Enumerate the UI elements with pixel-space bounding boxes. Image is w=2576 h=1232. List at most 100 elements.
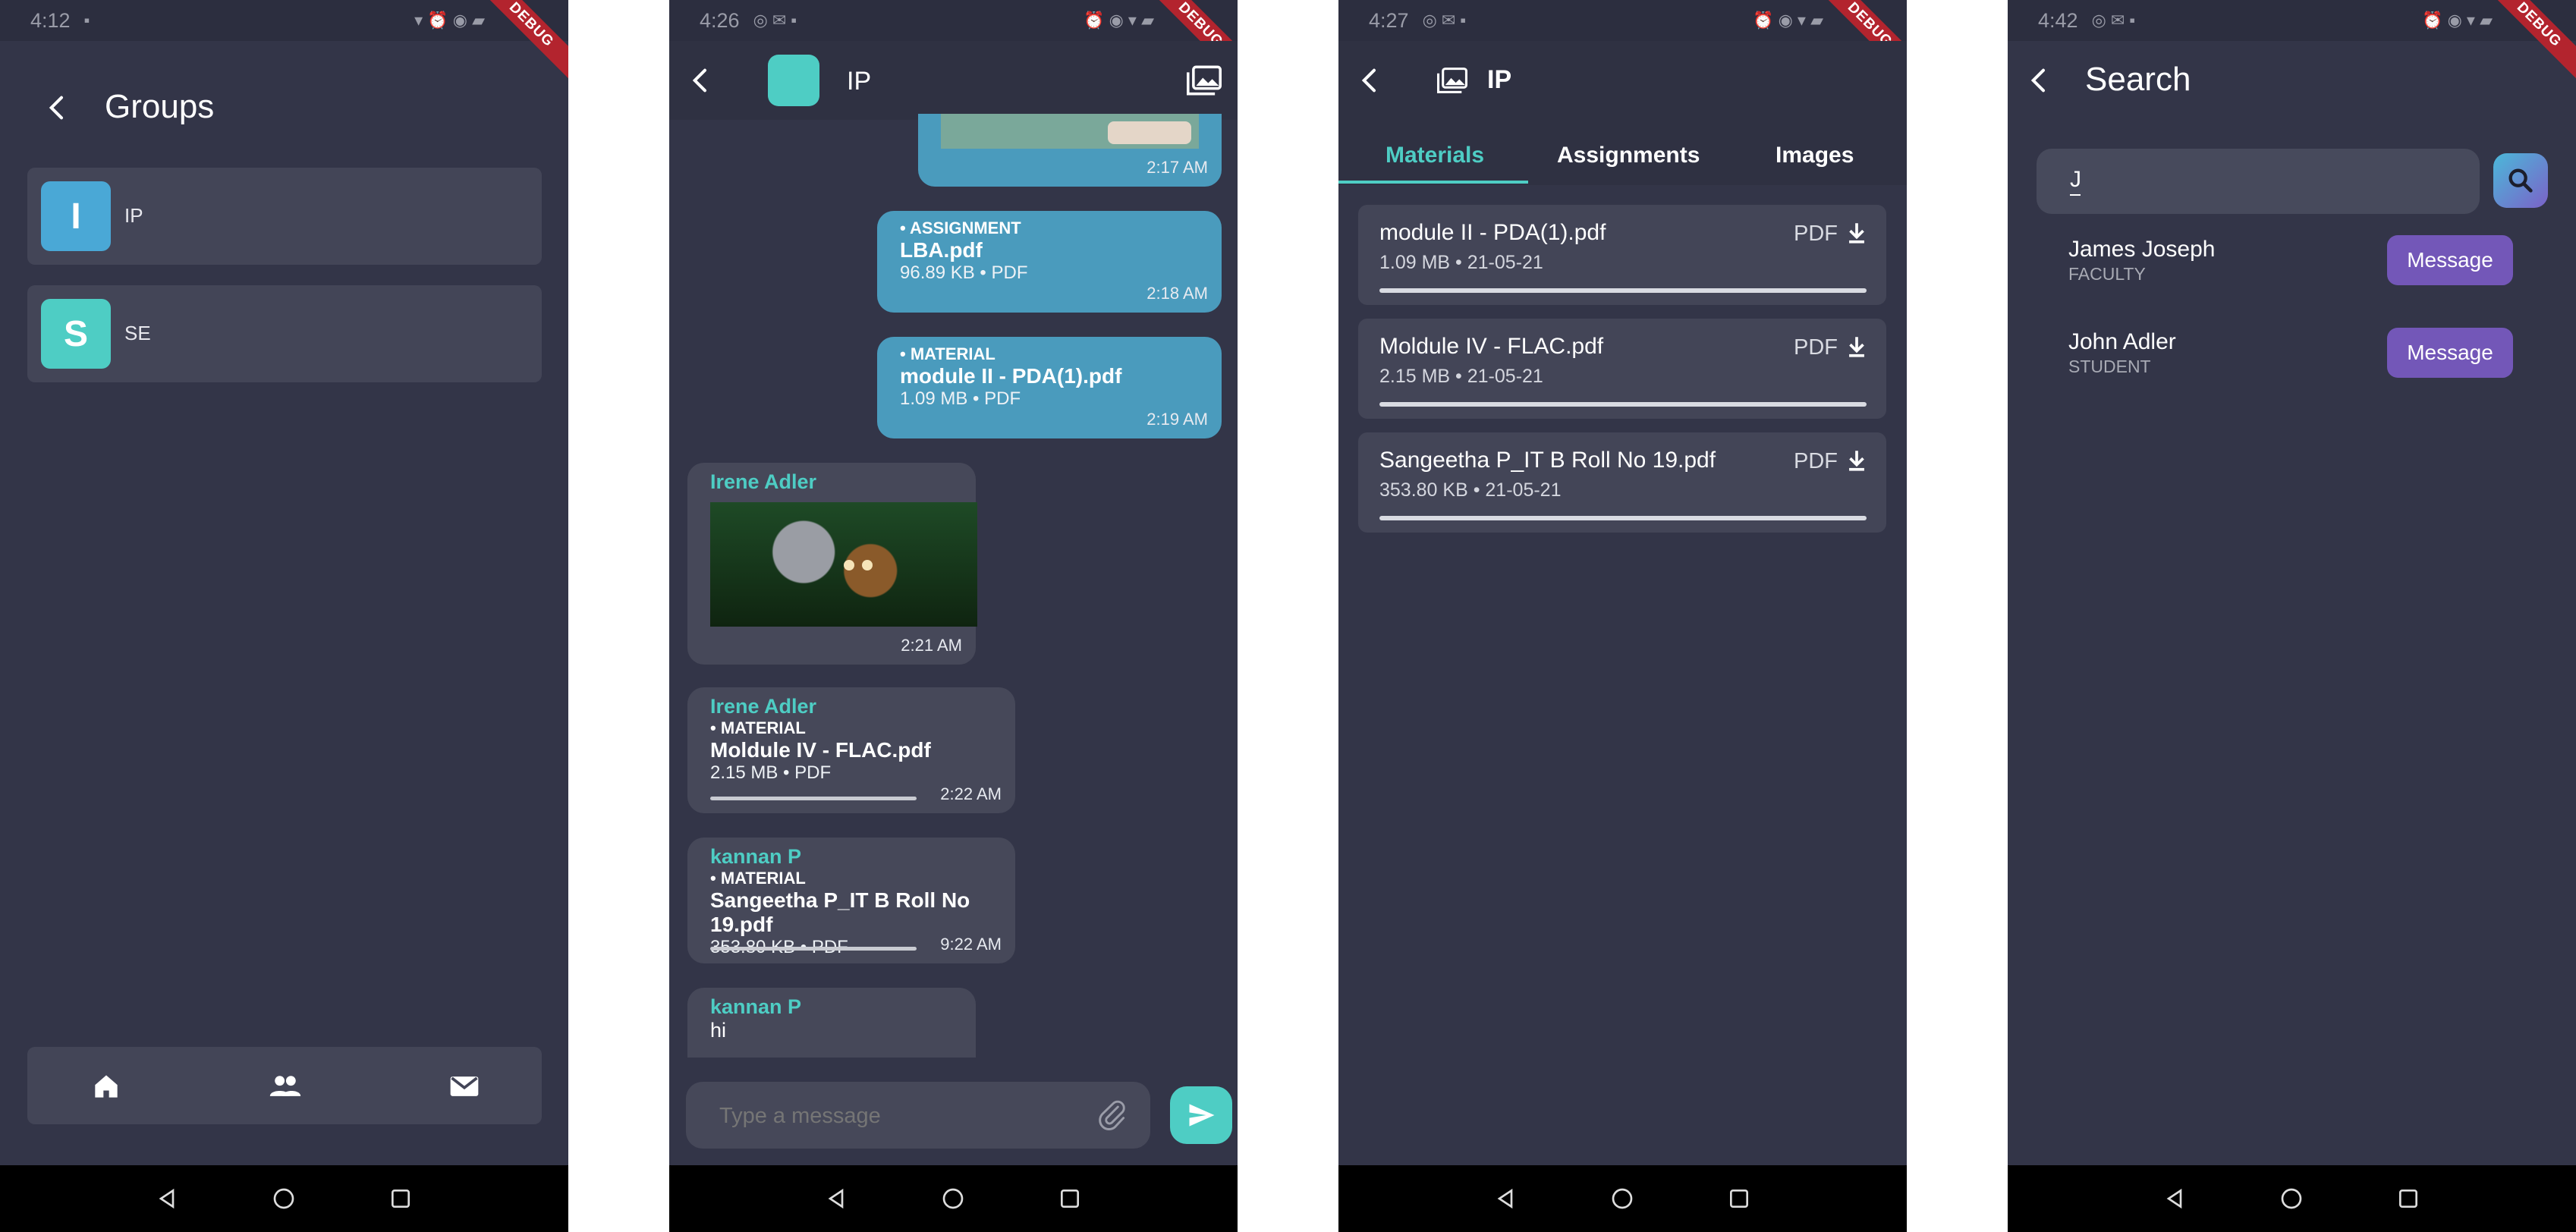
message-tag: • MATERIAL (710, 869, 806, 888)
system-navigation-bar (669, 1165, 1238, 1232)
message-time: 2:19 AM (1146, 410, 1208, 429)
message-time: 2:18 AM (1146, 284, 1208, 303)
nav-back-icon[interactable] (155, 1186, 179, 1211)
gallery-icon[interactable] (1187, 65, 1222, 96)
message-image[interactable] (941, 114, 1199, 149)
search-icon (2508, 168, 2533, 193)
text-message-bubble[interactable]: kannan P hi (687, 988, 976, 1058)
tab-materials[interactable]: Materials (1386, 143, 1484, 168)
file-name: module II - PDA(1).pdf (1379, 220, 1606, 245)
message-time: 2:21 AM (901, 636, 962, 655)
image-message-bubble[interactable]: 2:17 AM (918, 114, 1222, 187)
group-avatar: S (41, 299, 111, 369)
result-name: John Adler (2068, 329, 2176, 354)
nav-back-icon[interactable] (1493, 1186, 1518, 1211)
result-name: James Joseph (2068, 237, 2216, 262)
download-progress (1379, 288, 1867, 293)
message-button[interactable]: Message (2387, 328, 2513, 378)
file-meta: 2.15 MB • 21-05-21 (1379, 366, 1543, 387)
file-message-bubble[interactable]: • ASSIGNMENT LBA.pdf 96.89 KB • PDF 2:18… (877, 211, 1222, 313)
download-icon[interactable] (1844, 220, 1870, 246)
status-bar: 4:26 ◎ ✉ ▪ ⏰ ◉ ▾ ▰ (669, 0, 1238, 41)
download-progress (1379, 516, 1867, 520)
back-arrow-icon[interactable] (1355, 65, 1386, 96)
file-message-bubble[interactable]: kannan P • MATERIAL Sangeetha P_IT B Rol… (687, 838, 1015, 963)
group-name: SE (124, 322, 151, 344)
system-navigation-bar (0, 1165, 568, 1232)
file-message-bubble[interactable]: Irene Adler • MATERIAL Moldule IV - FLAC… (687, 687, 1015, 813)
home-icon[interactable] (90, 1070, 123, 1103)
message-tag: • ASSIGNMENT (900, 218, 1021, 237)
download-icon[interactable] (1844, 448, 1870, 473)
groups-icon[interactable] (269, 1070, 302, 1103)
send-button[interactable] (1170, 1086, 1232, 1144)
search-button[interactable] (2493, 153, 2548, 208)
status-time: 4:26 (700, 8, 740, 32)
message-text: hi (710, 1019, 727, 1042)
group-item-ip[interactable]: I IP (27, 168, 542, 265)
notification-icons: ◎ ✉ ▪ (2091, 11, 2136, 30)
file-name: module II - PDA(1).pdf (900, 364, 1122, 388)
file-name: Moldule IV - FLAC.pdf (710, 738, 931, 762)
nav-home-icon[interactable] (2279, 1186, 2304, 1211)
image-message-bubble[interactable]: Irene Adler 2:21 AM (687, 463, 977, 665)
material-item[interactable]: Sangeetha P_IT B Roll No 19.pdf 353.80 K… (1358, 432, 1886, 533)
group-item-se[interactable]: S SE (27, 285, 542, 382)
sender-name: Irene Adler (710, 470, 817, 493)
message-input[interactable] (718, 1097, 1085, 1135)
download-icon[interactable] (1844, 334, 1870, 360)
nav-back-icon[interactable] (824, 1186, 848, 1211)
mail-icon[interactable] (448, 1070, 481, 1103)
file-type: PDF (1794, 222, 1838, 246)
groups-screen: 4:12 ▪ ▾ ⏰ ◉ ▰ DEBUG Groups I IP S SE (0, 0, 568, 1232)
sender-name: kannan P (710, 995, 802, 1018)
group-avatar: I (41, 181, 111, 251)
message-image[interactable] (710, 502, 977, 627)
status-time: 4:27 (1369, 8, 1409, 32)
download-progress (710, 947, 917, 951)
file-name: Sangeetha P_IT B Roll No 19.pdf (1379, 448, 1716, 473)
tab-assignments[interactable]: Assignments (1557, 143, 1700, 168)
message-button[interactable]: Message (2387, 235, 2513, 285)
material-item[interactable]: Moldule IV - FLAC.pdf 2.15 MB • 21-05-21… (1358, 319, 1886, 419)
file-message-bubble[interactable]: • MATERIAL module II - PDA(1).pdf 1.09 M… (877, 337, 1222, 438)
chat-header: IP (669, 41, 1238, 120)
materials-screen: 4:27 ◎ ✉ ▪ ⏰ ◉ ▾ ▰ DEBUG IP Materials As… (1338, 0, 1907, 1232)
nav-home-icon[interactable] (941, 1186, 965, 1211)
nav-recents-icon[interactable] (1058, 1186, 1082, 1211)
chat-title: IP (847, 67, 872, 96)
search-input[interactable]: J (2037, 149, 2480, 214)
system-status-icons: ▾ ⏰ ◉ ▰ (414, 11, 485, 30)
system-status-icons: ⏰ ◉ ▾ ▰ (1753, 11, 1823, 30)
file-type: PDF (1794, 335, 1838, 360)
file-type: PDF (1794, 449, 1838, 473)
message-tag: • MATERIAL (900, 344, 995, 363)
page-title: IP (1487, 65, 1512, 94)
result-role: FACULTY (2068, 264, 2146, 284)
file-meta: 1.09 MB • PDF (900, 388, 1021, 409)
nav-recents-icon[interactable] (388, 1186, 413, 1211)
back-arrow-icon[interactable] (686, 65, 716, 96)
send-icon (1189, 1104, 1215, 1127)
message-time: 2:17 AM (1146, 158, 1208, 177)
nav-home-icon[interactable] (272, 1186, 296, 1211)
status-time: 4:12 (30, 8, 71, 32)
nav-recents-icon[interactable] (2396, 1186, 2420, 1211)
nav-recents-icon[interactable] (1727, 1186, 1751, 1211)
result-role: STUDENT (2068, 357, 2151, 376)
file-meta: 353.80 KB • 21-05-21 (1379, 479, 1562, 501)
nav-home-icon[interactable] (1610, 1186, 1634, 1211)
back-arrow-icon[interactable] (42, 93, 73, 123)
search-screen: 4:42 ◎ ✉ ▪ ⏰ ◉ ▾ ▰ DEBUG Search J James … (2008, 0, 2576, 1232)
page-title: Search (2085, 61, 2191, 98)
group-avatar (768, 55, 819, 106)
back-arrow-icon[interactable] (2024, 65, 2055, 96)
notification-icons: ▪ (83, 11, 90, 30)
system-navigation-bar (1338, 1165, 1907, 1232)
material-item[interactable]: module II - PDA(1).pdf 1.09 MB • 21-05-2… (1358, 205, 1886, 305)
system-status-icons: ⏰ ◉ ▾ ▰ (2422, 11, 2493, 30)
active-tab-indicator (1338, 181, 1528, 184)
tab-images[interactable]: Images (1776, 143, 1854, 168)
nav-back-icon[interactable] (2162, 1186, 2187, 1211)
attach-icon[interactable] (1096, 1098, 1129, 1132)
